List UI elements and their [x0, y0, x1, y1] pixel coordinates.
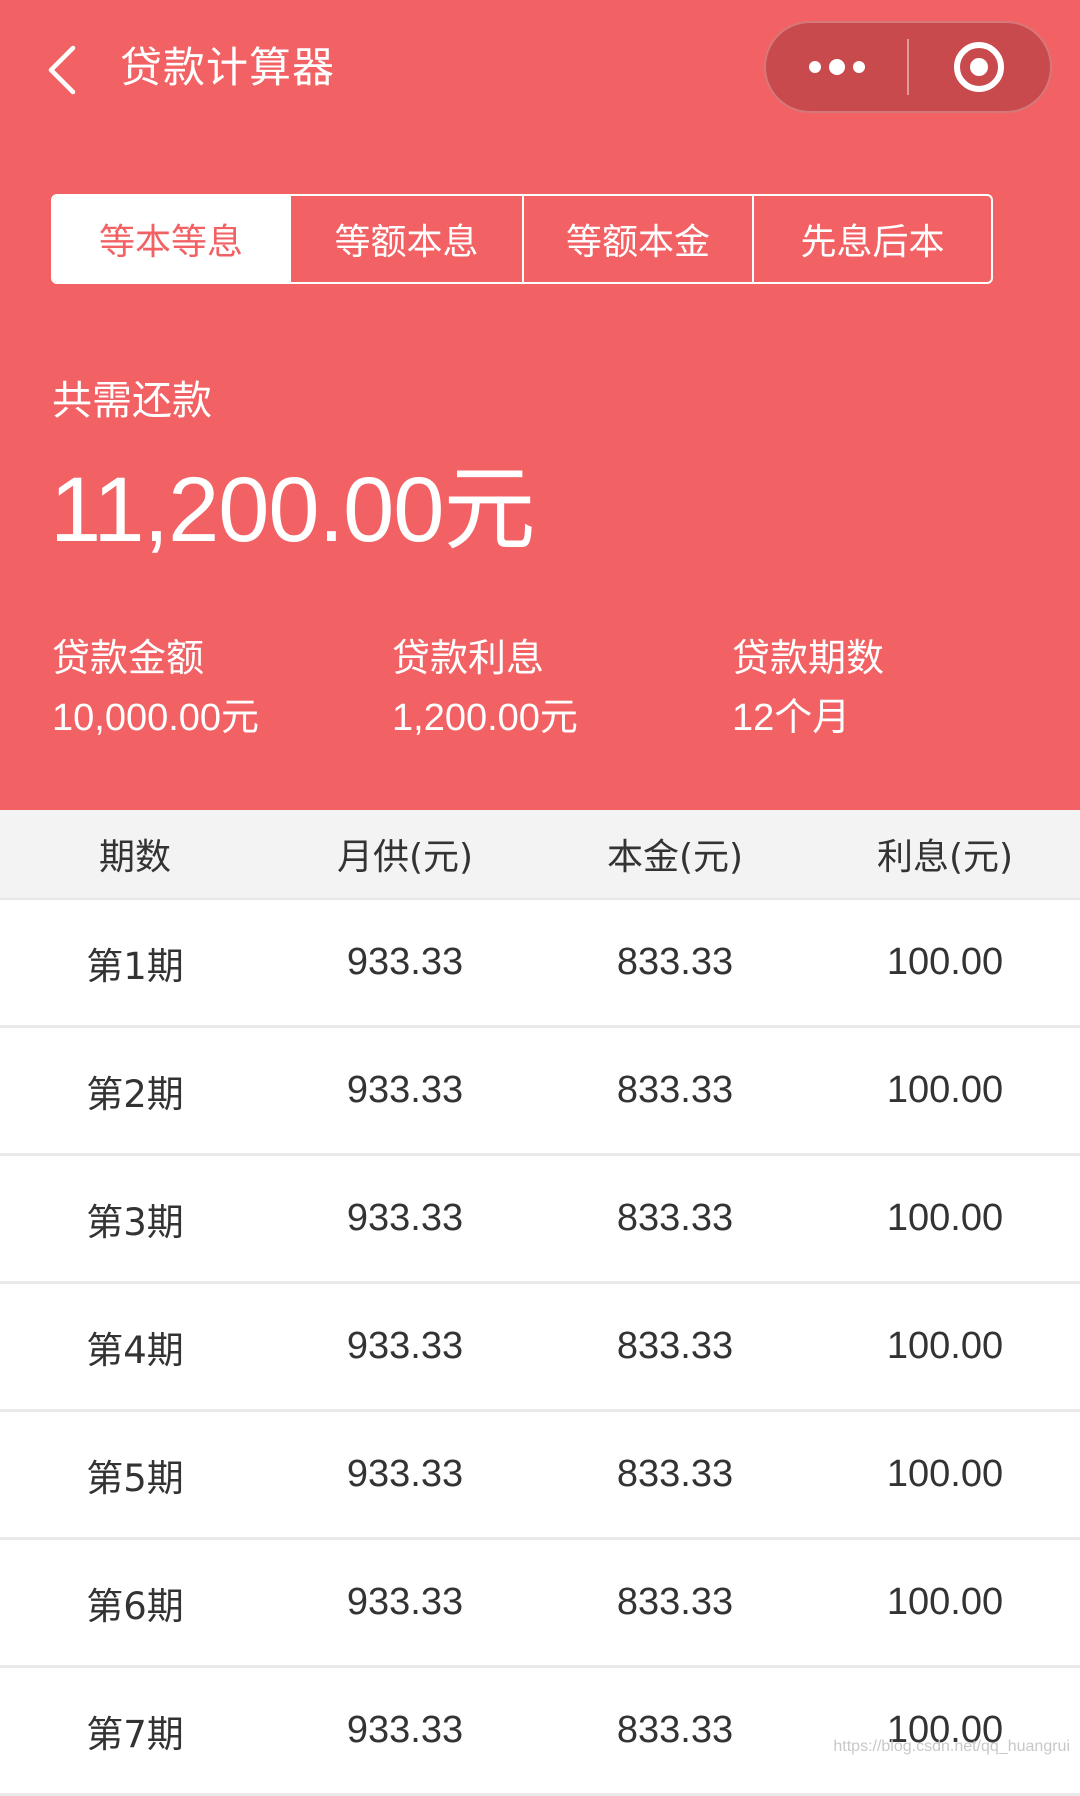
- table-row: 第7期 933.33 833.33 100.00: [0, 1668, 1080, 1796]
- back-button[interactable]: [38, 42, 86, 98]
- page-title: 贷款计算器: [120, 40, 335, 96]
- cell-monthly-payment: 933.33: [270, 1412, 540, 1537]
- miniprogram-capsule: [764, 21, 1052, 113]
- cell-principal: 833.33: [540, 1156, 810, 1281]
- repayment-method-tabs: 等本等息 等额本息 等额本金 先息后本: [51, 194, 993, 284]
- cell-principal: 833.33: [540, 1028, 810, 1153]
- cell-interest: 100.00: [810, 1028, 1080, 1153]
- column-header-monthly-payment: 月供(元): [270, 810, 540, 898]
- table-row: 第6期 933.33 833.33 100.00: [0, 1540, 1080, 1668]
- cell-period: 第1期: [0, 900, 270, 1025]
- stat-label: 贷款金额: [52, 630, 259, 686]
- table-row: 第1期 933.33 833.33 100.00: [0, 900, 1080, 1028]
- cell-monthly-payment: 933.33: [270, 1540, 540, 1665]
- cell-period: 第5期: [0, 1412, 270, 1537]
- cell-monthly-payment: 933.33: [270, 1284, 540, 1409]
- total-repayment-label: 共需还款: [52, 373, 212, 429]
- stat-loan-periods: 贷款期数 12个月: [732, 630, 884, 746]
- cell-interest: 100.00: [810, 1668, 1080, 1793]
- table-row: 第2期 933.33 833.33 100.00: [0, 1028, 1080, 1156]
- cell-principal: 833.33: [540, 1540, 810, 1665]
- cell-principal: 833.33: [540, 900, 810, 1025]
- table-row: 第5期 933.33 833.33 100.00: [0, 1412, 1080, 1540]
- cell-period: 第4期: [0, 1284, 270, 1409]
- tab-equal-principal-interest[interactable]: 等本等息: [53, 196, 289, 282]
- watermark: https://blog.csdn.net/qq_huangrui: [833, 1738, 1070, 1756]
- cell-period: 第6期: [0, 1540, 270, 1665]
- cell-monthly-payment: 933.33: [270, 1028, 540, 1153]
- column-header-principal: 本金(元): [540, 810, 810, 898]
- tab-equal-installment[interactable]: 等额本息: [289, 196, 522, 282]
- table-row: 第4期 933.33 833.33 100.00: [0, 1284, 1080, 1412]
- chevron-left-icon: [47, 45, 77, 95]
- total-repayment-amount: 11,200.00元: [50, 460, 534, 560]
- more-button[interactable]: [766, 23, 907, 111]
- cell-principal: 833.33: [540, 1668, 810, 1793]
- cell-interest: 100.00: [810, 1412, 1080, 1537]
- column-header-period: 期数: [0, 810, 270, 898]
- stat-value: 10,000.00元: [52, 690, 259, 746]
- cell-principal: 833.33: [540, 1284, 810, 1409]
- cell-interest: 100.00: [810, 1540, 1080, 1665]
- target-circle-icon: [952, 40, 1006, 94]
- stat-value: 12个月: [732, 690, 884, 746]
- cell-monthly-payment: 933.33: [270, 1668, 540, 1793]
- cell-interest: 100.00: [810, 1156, 1080, 1281]
- cell-period: 第7期: [0, 1668, 270, 1793]
- repayment-schedule-table: 期数 月供(元) 本金(元) 利息(元) 第1期 933.33 833.33 1…: [0, 810, 1080, 1796]
- stat-value: 1,200.00元: [392, 690, 578, 746]
- cell-period: 第3期: [0, 1156, 270, 1281]
- stat-loan-amount: 贷款金额 10,000.00元: [52, 630, 259, 746]
- tab-interest-first[interactable]: 先息后本: [752, 196, 991, 282]
- cell-principal: 833.33: [540, 1412, 810, 1537]
- cell-period: 第2期: [0, 1028, 270, 1153]
- stat-loan-interest: 贷款利息 1,200.00元: [392, 630, 578, 746]
- summary-header: 贷款计算器 等本等息 等额本息 等额本金 先息后本 共需还款 11,200.00…: [0, 0, 1080, 810]
- cell-interest: 100.00: [810, 900, 1080, 1025]
- cell-monthly-payment: 933.33: [270, 1156, 540, 1281]
- cell-monthly-payment: 933.33: [270, 900, 540, 1025]
- close-button[interactable]: [909, 23, 1050, 111]
- cell-interest: 100.00: [810, 1284, 1080, 1409]
- table-header: 期数 月供(元) 本金(元) 利息(元): [0, 810, 1080, 900]
- more-dots-icon: [807, 57, 867, 77]
- column-header-interest: 利息(元): [810, 810, 1080, 898]
- table-row: 第3期 933.33 833.33 100.00: [0, 1156, 1080, 1284]
- stat-label: 贷款期数: [732, 630, 884, 686]
- tab-equal-principal[interactable]: 等额本金: [522, 196, 752, 282]
- stat-label: 贷款利息: [392, 630, 578, 686]
